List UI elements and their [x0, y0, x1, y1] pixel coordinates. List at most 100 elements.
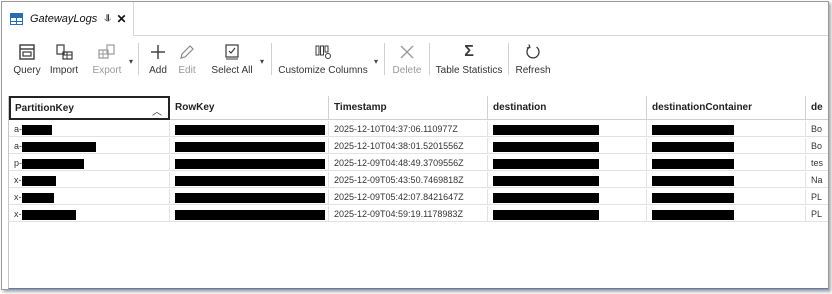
refresh-button[interactable]: Refresh [513, 37, 553, 83]
partial-column-cell[interactable]: Bo [806, 121, 828, 137]
partial-column-cell[interactable]: PL [806, 206, 828, 222]
timestamp-cell[interactable]: 2025-12-09T05:43:50.7469818Z [329, 172, 488, 188]
select-all-label: Select All [211, 65, 253, 76]
rowkey-cell[interactable] [170, 155, 329, 171]
redacted-block [493, 175, 599, 186]
partial-column-cell[interactable]: Na [806, 172, 828, 188]
sort-ascending-icon[interactable]: ︿ [152, 103, 162, 118]
partial-column-cell[interactable]: PL [806, 189, 828, 205]
close-icon[interactable]: ✕ [117, 12, 127, 26]
export-dropdown-icon[interactable]: ▾ [129, 57, 133, 66]
partitionkey-cell[interactable]: a- [9, 138, 170, 154]
timestamp-cell[interactable]: 2025-12-09T04:59:19.1178983Z [329, 206, 488, 222]
partitionkey-cell[interactable]: p- [9, 155, 170, 171]
query-button[interactable]: Query [10, 37, 44, 83]
redacted-block [21, 175, 56, 186]
rowkey-cell[interactable] [170, 206, 329, 222]
delete-label: Delete [392, 65, 422, 76]
tab-title: GatewayLogs [30, 13, 98, 25]
select-all-dropdown-icon[interactable]: ▾ [260, 57, 264, 66]
column-header-label: Timestamp [334, 102, 387, 113]
rowkey-cell[interactable] [170, 121, 329, 137]
partial-column-cell[interactable]: Bo [806, 138, 828, 154]
partition-prefix: x- [14, 209, 22, 219]
table-row[interactable]: a- 2025-12-10T04:38:01.5201556Z Bo [9, 138, 828, 154]
destinationcontainer-cell[interactable] [647, 155, 806, 171]
redacted-block [652, 175, 734, 186]
partition-prefix: a- [14, 141, 23, 151]
destination-cell[interactable] [488, 155, 647, 171]
column-header-destination[interactable]: destination [488, 96, 647, 120]
destination-cell[interactable] [488, 206, 647, 222]
column-header-destinationcontainer[interactable]: destinationContainer [647, 96, 806, 120]
column-header-timestamp[interactable]: Timestamp [329, 96, 488, 120]
table-row[interactable]: x- 2025-12-09T05:43:50.7469818Z Na [9, 172, 828, 188]
redacted-block [175, 209, 325, 220]
partition-prefix: x- [14, 175, 22, 185]
column-header-partitionkey[interactable]: PartitionKey ︿ [9, 96, 170, 120]
column-header-label: destinationContainer [652, 102, 753, 113]
timestamp-cell[interactable]: 2025-12-09T05:42:07.8421647Z [329, 189, 488, 205]
import-button[interactable]: Import [44, 37, 84, 83]
redacted-block [493, 192, 599, 203]
redacted-block [493, 158, 599, 169]
tab-gatewaylogs[interactable]: GatewayLogs ⥥ ✕ [2, 2, 134, 36]
customize-columns-label: Customize Columns [278, 65, 368, 76]
partitionkey-cell[interactable]: x- [9, 206, 170, 222]
rowkey-cell[interactable] [170, 189, 329, 205]
toolbar-separator [384, 43, 385, 75]
destination-cell[interactable] [488, 121, 647, 137]
toolbar: Query Import Export ▾ Add Edit Select Al… [2, 37, 828, 83]
delete-button[interactable]: Delete [389, 37, 425, 83]
table-icon [10, 13, 23, 25]
rowkey-cell[interactable] [170, 138, 329, 154]
add-button[interactable]: Add [143, 37, 173, 83]
table-row[interactable]: x- 2025-12-09T04:59:19.1178983Z PL [9, 206, 828, 222]
tab-strip: GatewayLogs ⥥ ✕ [2, 2, 828, 36]
partitionkey-cell[interactable]: x- [9, 172, 170, 188]
redacted-block [175, 124, 325, 135]
edit-icon [178, 41, 196, 63]
destinationcontainer-cell[interactable] [647, 138, 806, 154]
redacted-block [22, 141, 97, 152]
customize-columns-icon [314, 41, 332, 63]
destinationcontainer-cell[interactable] [647, 189, 806, 205]
app-frame: GatewayLogs ⥥ ✕ Query Import Export ▾ Ad… [1, 1, 829, 290]
redacted-block [22, 124, 53, 135]
edit-button[interactable]: Edit [173, 37, 201, 83]
redacted-block [22, 158, 85, 169]
refresh-label: Refresh [515, 65, 551, 76]
redacted-block [175, 141, 325, 152]
redacted-block [21, 192, 54, 203]
partitionkey-cell[interactable]: x- [9, 189, 170, 205]
column-header-partial[interactable]: de [806, 96, 828, 120]
redacted-block [652, 158, 734, 169]
redacted-block [652, 209, 734, 220]
timestamp-cell[interactable]: 2025-12-10T04:37:06.110977Z [329, 121, 488, 137]
destinationcontainer-cell[interactable] [647, 121, 806, 137]
table-row[interactable]: p- 2025-12-09T04:48:49.3709556Z tes [9, 155, 828, 171]
destination-cell[interactable] [488, 189, 647, 205]
redacted-block [175, 175, 325, 186]
table-row[interactable]: a- 2025-12-10T04:37:06.110977Z Bo [9, 121, 828, 137]
destination-cell[interactable] [488, 138, 647, 154]
destinationcontainer-cell[interactable] [647, 206, 806, 222]
import-label: Import [49, 65, 79, 76]
partitionkey-cell[interactable]: a- [9, 121, 170, 137]
pin-icon[interactable]: ⥥ [104, 14, 111, 25]
timestamp-cell[interactable]: 2025-12-10T04:38:01.5201556Z [329, 138, 488, 154]
destinationcontainer-cell[interactable] [647, 172, 806, 188]
redacted-block [652, 124, 734, 135]
table-statistics-button[interactable]: Σ Table Statistics [434, 37, 504, 83]
customize-columns-dropdown-icon[interactable]: ▾ [374, 57, 378, 66]
export-button[interactable]: Export ▾ [88, 37, 133, 83]
rowkey-cell[interactable] [170, 172, 329, 188]
table-row[interactable]: x- 2025-12-09T05:42:07.8421647Z PL [9, 189, 828, 205]
column-header-rowkey[interactable]: RowKey [170, 96, 329, 120]
select-all-button[interactable]: Select All ▾ [207, 37, 264, 83]
partial-column-cell[interactable]: tes [806, 155, 828, 171]
redacted-block [493, 141, 599, 152]
timestamp-cell[interactable]: 2025-12-09T04:48:49.3709556Z [329, 155, 488, 171]
customize-columns-button[interactable]: Customize Columns ▾ [278, 37, 378, 83]
destination-cell[interactable] [488, 172, 647, 188]
